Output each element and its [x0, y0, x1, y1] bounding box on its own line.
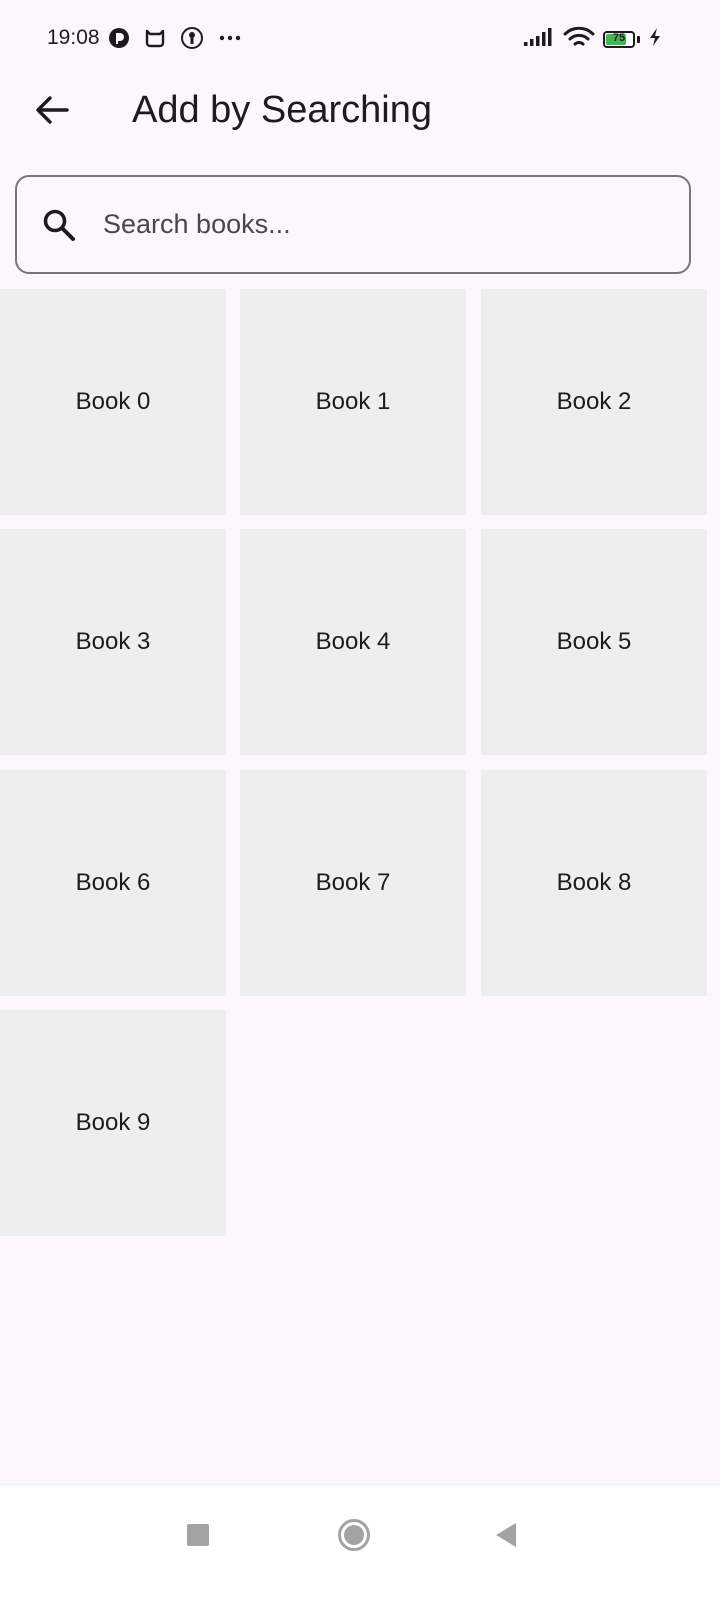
battery-level: 75	[612, 32, 626, 44]
status-icons-right: 75	[523, 26, 662, 53]
book-tile[interactable]: Book 8	[481, 770, 707, 996]
battery-cap	[637, 36, 640, 43]
wifi-icon	[563, 26, 595, 53]
signal-icon	[523, 27, 555, 52]
book-label: Book 7	[315, 869, 391, 896]
book-label: Book 4	[315, 628, 391, 655]
back-triangle-icon	[494, 1522, 518, 1553]
notification-icon	[108, 27, 130, 49]
book-tile[interactable]: Book 6	[0, 770, 226, 996]
book-tile[interactable]: Book 3	[0, 529, 226, 755]
back-nav-button[interactable]	[476, 1507, 536, 1567]
home-circle-icon	[337, 1518, 371, 1557]
book-tile[interactable]: Book 4	[240, 529, 466, 755]
back-button[interactable]	[28, 88, 76, 136]
book-label: Book 2	[556, 388, 632, 415]
book-label: Book 0	[75, 388, 151, 415]
status-bar: 19:08 75	[0, 0, 720, 80]
book-tile[interactable]: Book 7	[240, 770, 466, 996]
page-title: Add by Searching	[132, 89, 432, 131]
book-label: Book 8	[556, 869, 632, 896]
book-label: Book 3	[75, 628, 151, 655]
charging-icon	[648, 27, 662, 52]
battery-icon: 75	[603, 31, 635, 48]
book-tile[interactable]: Book 9	[0, 1010, 226, 1236]
book-label: Book 9	[75, 1109, 151, 1136]
recents-button[interactable]	[168, 1507, 228, 1567]
status-icons-left	[108, 26, 242, 50]
app-bar: Add by Searching	[0, 80, 720, 144]
search-field[interactable]	[15, 175, 691, 274]
book-tile[interactable]: Book 5	[481, 529, 707, 755]
system-nav-bar	[0, 1484, 720, 1601]
arrow-back-icon	[35, 95, 69, 130]
home-button[interactable]	[324, 1507, 384, 1567]
recents-square-icon	[186, 1523, 210, 1552]
mi-icon	[144, 27, 166, 49]
book-label: Book 5	[556, 628, 632, 655]
book-label: Book 1	[315, 388, 391, 415]
book-tile[interactable]: Book 2	[481, 289, 707, 515]
keyhole-icon	[180, 26, 204, 50]
search-input[interactable]	[101, 208, 645, 241]
more-dots-icon	[218, 34, 242, 42]
book-tile[interactable]: Book 1	[240, 289, 466, 515]
book-label: Book 6	[75, 869, 151, 896]
book-tile[interactable]: Book 0	[0, 289, 226, 515]
status-time: 19:08	[47, 26, 100, 49]
search-icon	[41, 207, 77, 243]
